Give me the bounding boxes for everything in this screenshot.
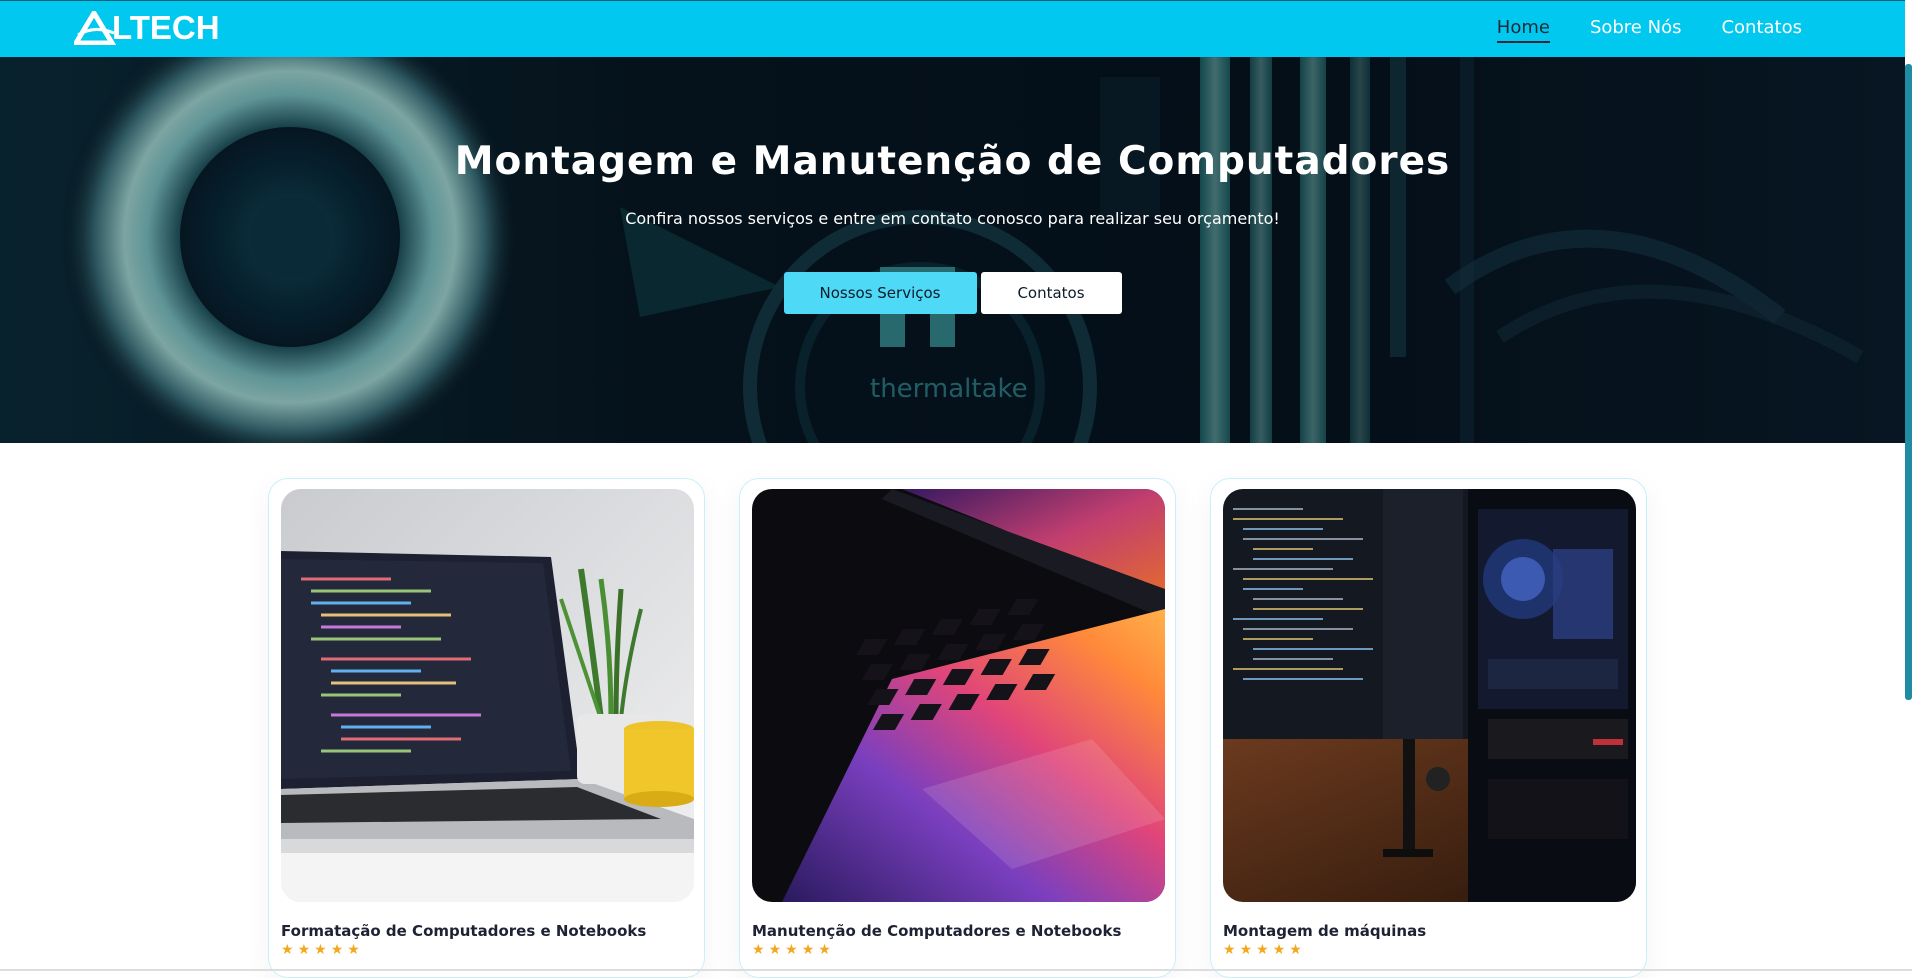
star-icon: ★	[1256, 942, 1269, 958]
service-image-laptop-code	[281, 489, 694, 902]
star-icon: ★	[281, 942, 294, 958]
service-title: Formatação de Computadores e Notebooks	[281, 922, 647, 940]
service-image-laptop-keyboard	[752, 489, 1165, 902]
nav-sobre-nos[interactable]: Sobre Nós	[1590, 17, 1682, 42]
service-card-montagem[interactable]: Montagem de máquinas ★ ★ ★ ★ ★	[1210, 478, 1647, 978]
star-icon: ★	[818, 942, 831, 958]
main-nav: Home Sobre Nós Contatos	[1496, 1, 1802, 58]
logo[interactable]: LTECH	[74, 9, 220, 47]
nav-home[interactable]: Home	[1496, 17, 1551, 43]
altech-a-logo-icon	[74, 11, 116, 45]
nav-contatos[interactable]: Contatos	[1721, 17, 1802, 42]
scrollbar-thumb[interactable]	[1905, 64, 1912, 700]
star-icon: ★	[297, 942, 311, 958]
star-icon: ★	[1223, 942, 1236, 958]
navbar: LTECH Home Sobre Nós Contatos	[0, 0, 1905, 57]
star-icon: ★	[752, 942, 765, 958]
star-icon: ★	[1289, 942, 1302, 958]
star-icon: ★	[768, 942, 782, 958]
star-icon: ★	[1239, 942, 1253, 958]
service-title: Manutenção de Computadores e Notebooks	[752, 922, 1122, 940]
service-card-manutencao[interactable]: Manutenção de Computadores e Notebooks ★…	[739, 478, 1176, 978]
hero-overlay	[0, 57, 1905, 443]
hero-subtitle: Confira nossos serviços e entre em conta…	[625, 209, 1280, 228]
hero-buttons: Nossos Serviços Contatos	[0, 272, 1905, 314]
service-card-formatacao[interactable]: Formatação de Computadores e Notebooks ★…	[268, 478, 705, 978]
page-scrollbar[interactable]	[1905, 57, 1912, 971]
star-icon: ★	[785, 942, 798, 958]
logo-text: LTECH	[112, 9, 220, 46]
nossos-servicos-button[interactable]: Nossos Serviços	[783, 272, 977, 314]
contatos-button[interactable]: Contatos	[980, 272, 1122, 314]
star-icon: ★	[347, 942, 360, 958]
service-title: Montagem de máquinas	[1223, 922, 1427, 940]
hero-section: thermaltake Montagem e Manutenção de Com…	[0, 57, 1905, 443]
star-icon: ★	[1272, 942, 1286, 958]
star-icon: ★	[801, 942, 815, 958]
rating-stars: ★ ★ ★ ★ ★	[281, 943, 360, 957]
star-icon: ★	[330, 942, 344, 958]
star-icon: ★	[314, 942, 327, 958]
service-image-pc-build	[1223, 489, 1636, 902]
rating-stars: ★ ★ ★ ★ ★	[1223, 943, 1302, 957]
hero-title: Montagem e Manutenção de Computadores	[454, 139, 1451, 184]
rating-stars: ★ ★ ★ ★ ★	[752, 943, 831, 957]
services-section: Formatação de Computadores e Notebooks ★…	[268, 478, 1647, 978]
